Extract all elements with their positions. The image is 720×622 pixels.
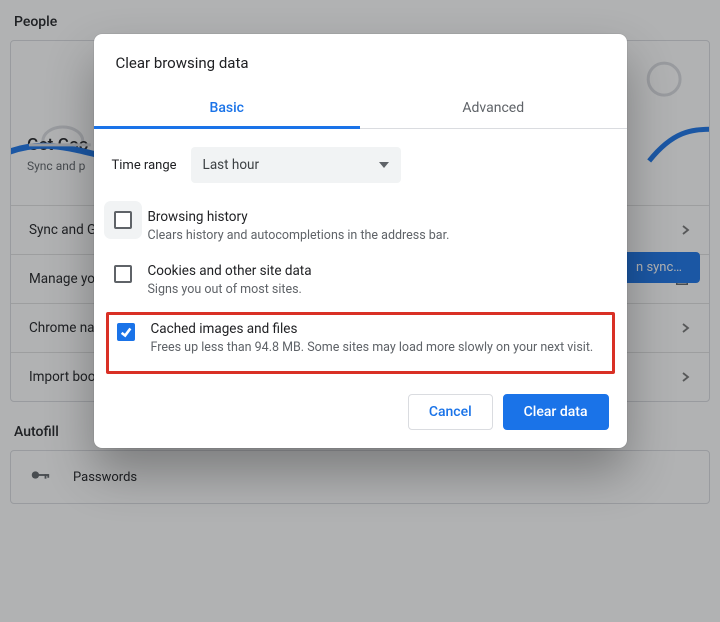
time-range-label: Time range bbox=[112, 158, 177, 173]
dialog-tabs: Basic Advanced bbox=[94, 90, 627, 129]
highlighted-option: Cached images and files Frees up less th… bbox=[106, 312, 615, 374]
time-range-value: Last hour bbox=[203, 157, 260, 173]
option-cookies[interactable]: Cookies and other site data Signs you ou… bbox=[112, 255, 609, 309]
option-cached-title: Cached images and files bbox=[151, 321, 594, 337]
modal-overlay: Clear browsing data Basic Advanced Time … bbox=[0, 0, 720, 622]
option-cached[interactable]: Cached images and files Frees up less th… bbox=[117, 321, 604, 357]
time-range-row: Time range Last hour bbox=[112, 147, 609, 183]
clear-data-button[interactable]: Clear data bbox=[503, 394, 609, 430]
option-cached-desc: Frees up less than 94.8 MB. Some sites m… bbox=[151, 339, 594, 357]
dialog-actions: Cancel Clear data bbox=[94, 380, 627, 448]
checkbox-cached[interactable] bbox=[117, 323, 135, 341]
option-browsing-history[interactable]: Browsing history Clears history and auto… bbox=[112, 201, 609, 255]
option-browsing-history-title: Browsing history bbox=[148, 209, 450, 225]
cancel-button[interactable]: Cancel bbox=[408, 394, 493, 430]
clear-browsing-data-dialog: Clear browsing data Basic Advanced Time … bbox=[94, 34, 627, 448]
settings-page: People Get Goo Sync and p Sync and G Man… bbox=[0, 0, 720, 622]
dialog-title: Clear browsing data bbox=[94, 34, 627, 90]
option-cookies-title: Cookies and other site data bbox=[148, 263, 312, 279]
tab-basic[interactable]: Basic bbox=[94, 90, 361, 128]
tab-advanced[interactable]: Advanced bbox=[360, 90, 627, 128]
option-cookies-desc: Signs you out of most sites. bbox=[148, 281, 312, 299]
checkbox-cookies[interactable] bbox=[114, 265, 132, 283]
dialog-body: Time range Last hour Browsing history Cl… bbox=[94, 129, 627, 380]
option-browsing-history-desc: Clears history and autocompletions in th… bbox=[148, 227, 450, 245]
checkbox-browsing-history[interactable] bbox=[114, 211, 132, 229]
time-range-select[interactable]: Last hour bbox=[191, 147, 401, 183]
dropdown-triangle-icon bbox=[379, 162, 389, 168]
